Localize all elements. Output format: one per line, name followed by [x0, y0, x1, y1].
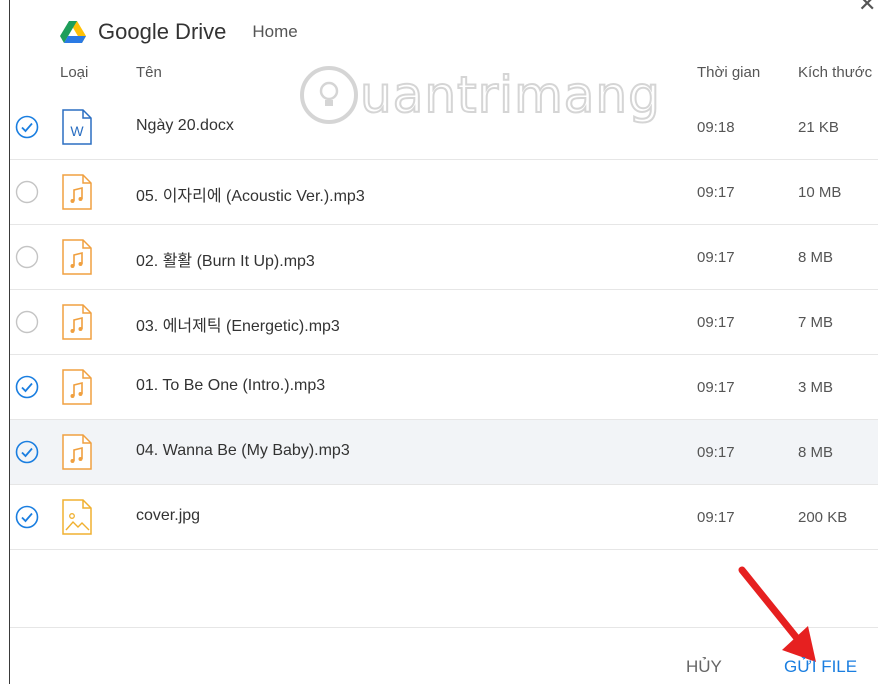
breadcrumb-home[interactable]: Home — [252, 22, 297, 42]
column-header-name[interactable]: Tên — [136, 64, 162, 81]
cancel-button[interactable]: HỦY — [686, 657, 722, 677]
file-name[interactable]: 05. 이자리에 (Acoustic Ver.).mp3 — [136, 182, 365, 206]
music-file-icon — [62, 174, 92, 210]
send-file-button[interactable]: GỬI FILE — [784, 657, 857, 677]
file-row[interactable]: 01. To Be One (Intro.).mp3 09:17 3 MB — [10, 355, 878, 420]
file-row[interactable]: 03. 에너제틱 (Energetic).mp3 09:17 7 MB — [10, 290, 878, 355]
svg-text:W: W — [70, 123, 84, 139]
file-time: 09:17 — [697, 249, 735, 266]
music-file-icon — [62, 239, 92, 275]
file-name[interactable]: Ngày 20.docx — [136, 117, 234, 135]
file-size: 3 MB — [798, 379, 834, 396]
file-size: 8 MB — [798, 444, 834, 461]
file-name[interactable]: 01. To Be One (Intro.).mp3 — [136, 377, 325, 395]
file-time: 09:17 — [697, 184, 735, 201]
file-size: 200 KB — [798, 509, 848, 526]
google-drive-logo-icon — [60, 21, 86, 43]
checked-circle-icon[interactable] — [15, 505, 39, 529]
unchecked-circle-icon[interactable] — [15, 310, 39, 334]
dialog-header: Google Drive Home — [60, 14, 298, 50]
file-size: 7 MB — [798, 314, 834, 331]
red-arrow-annotation-icon — [738, 566, 816, 662]
file-size: 10 MB — [798, 184, 842, 201]
file-name[interactable]: cover.jpg — [136, 507, 200, 525]
word-doc-icon: W — [62, 109, 92, 145]
column-header-size[interactable]: Kích thước — [798, 64, 872, 81]
file-list: W Ngày 20.docx 09:18 21 KB 05. 이자리에 (Aco… — [10, 95, 878, 550]
file-time: 09:17 — [697, 314, 735, 331]
app-title: Google Drive — [98, 19, 227, 44]
file-row[interactable]: W Ngày 20.docx 09:18 21 KB — [10, 95, 878, 160]
close-icon[interactable]: ✕ — [858, 0, 878, 15]
file-time: 09:17 — [697, 444, 735, 461]
file-row[interactable]: 02. 활활 (Burn It Up).mp3 09:17 8 MB — [10, 225, 878, 290]
checked-circle-icon[interactable] — [15, 375, 39, 399]
file-time: 09:17 — [697, 379, 735, 396]
music-file-icon — [62, 304, 92, 340]
file-row[interactable]: cover.jpg 09:17 200 KB — [10, 485, 878, 550]
file-name[interactable]: 04. Wanna Be (My Baby).mp3 — [136, 442, 350, 460]
music-file-icon — [62, 434, 92, 470]
file-name[interactable]: 02. 활활 (Burn It Up).mp3 — [136, 247, 315, 271]
file-time: 09:18 — [697, 119, 735, 136]
file-name[interactable]: 03. 에너제틱 (Energetic).mp3 — [136, 312, 340, 336]
unchecked-circle-icon[interactable] — [15, 180, 39, 204]
image-file-icon — [62, 499, 92, 535]
file-time: 09:17 — [697, 509, 735, 526]
column-header-type[interactable]: Loại — [60, 64, 88, 81]
music-file-icon — [62, 369, 92, 405]
file-size: 21 KB — [798, 119, 839, 136]
checked-circle-icon[interactable] — [15, 115, 39, 139]
file-row[interactable]: 05. 이자리에 (Acoustic Ver.).mp3 09:17 10 MB — [10, 160, 878, 225]
column-header-time[interactable]: Thời gian — [697, 64, 760, 81]
unchecked-circle-icon[interactable] — [15, 245, 39, 269]
checked-circle-icon[interactable] — [15, 440, 39, 464]
file-size: 8 MB — [798, 249, 834, 266]
file-row[interactable]: 04. Wanna Be (My Baby).mp3 09:17 8 MB — [10, 420, 878, 485]
